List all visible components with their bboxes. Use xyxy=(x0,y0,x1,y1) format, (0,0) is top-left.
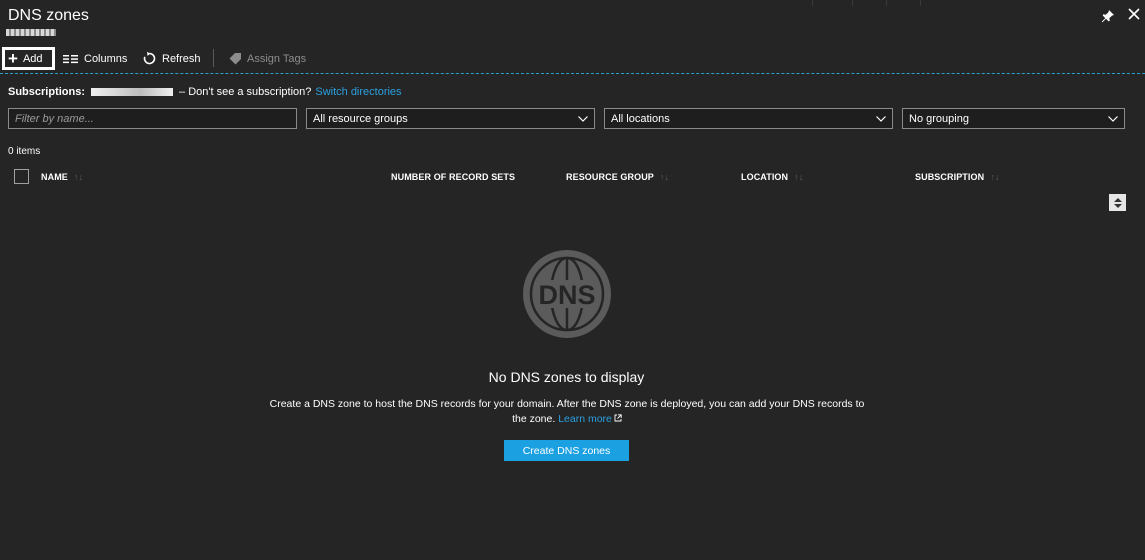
select-all-checkbox[interactable] xyxy=(14,169,29,184)
sort-icon: ↑↓ xyxy=(990,172,1000,182)
subscription-prompt: – Don't see a subscription? xyxy=(179,86,312,98)
top-strip-segment xyxy=(812,0,852,6)
refresh-icon xyxy=(143,51,156,65)
empty-state-title: No DNS zones to display xyxy=(488,369,645,385)
column-header-label: NAME xyxy=(41,172,68,182)
columns-label: Columns xyxy=(84,52,128,65)
sort-icon: ↑↓ xyxy=(73,172,84,182)
redacted-subscription xyxy=(91,88,174,96)
sort-icon: ↑↓ xyxy=(659,172,670,182)
column-header-label: NUMBER OF RECORD SETS xyxy=(391,172,516,182)
top-strip-segment xyxy=(852,0,886,6)
page-title: DNS zones xyxy=(8,7,89,24)
learn-more-link[interactable]: Learn more xyxy=(558,413,612,425)
assign-tags-label: Assign Tags xyxy=(247,52,307,65)
assign-tags-button[interactable]: Assign Tags xyxy=(229,47,306,70)
column-header-resource-group[interactable]: RESOURCE GROUP ↑↓ xyxy=(566,172,669,182)
switch-directories-link[interactable]: Switch directories xyxy=(315,86,401,98)
resource-group-value: All resource groups xyxy=(313,112,408,125)
add-button[interactable]: + Add xyxy=(2,47,55,70)
pin-icon[interactable] xyxy=(1101,9,1115,23)
columns-button[interactable]: Columns xyxy=(63,47,127,70)
top-strip-segment xyxy=(886,0,920,6)
columns-icon xyxy=(63,54,78,63)
subscriptions-label: Subscriptions: xyxy=(8,86,86,98)
refresh-label: Refresh xyxy=(162,52,201,65)
chevron-down-icon xyxy=(1108,115,1118,122)
column-header-label: RESOURCE GROUP xyxy=(566,172,654,182)
subscriptions-row: Subscriptions: – Don't see a subscriptio… xyxy=(8,86,402,98)
scroll-toggle-icon[interactable] xyxy=(1109,194,1126,211)
tag-icon xyxy=(229,53,241,65)
column-header-label: LOCATION xyxy=(741,172,789,182)
create-dns-zones-button[interactable]: Create DNS zones xyxy=(504,440,629,461)
column-header-record-sets[interactable]: NUMBER OF RECORD SETS xyxy=(391,172,515,182)
sort-icon: ↑↓ xyxy=(794,172,804,182)
plus-icon: + xyxy=(8,49,18,68)
add-label: Add xyxy=(22,52,43,65)
close-icon[interactable] xyxy=(1127,7,1141,21)
location-dropdown[interactable]: All locations xyxy=(604,108,893,129)
table-header: NAME ↑↓ NUMBER OF RECORD SETS RESOURCE G… xyxy=(0,168,1145,188)
column-header-subscription[interactable]: SUBSCRIPTION ↑↓ xyxy=(915,172,999,182)
resource-group-dropdown[interactable]: All resource groups xyxy=(306,108,595,129)
empty-state-description: Create a DNS zone to host the DNS record… xyxy=(262,397,872,427)
redacted-subtitle xyxy=(6,29,56,36)
external-link-icon xyxy=(614,414,622,422)
dns-globe-icon: DNS xyxy=(523,250,611,338)
refresh-button[interactable]: Refresh xyxy=(142,47,201,70)
column-header-label: SUBSCRIPTION xyxy=(915,172,985,182)
grouping-dropdown[interactable]: No grouping xyxy=(902,108,1125,129)
grouping-value: No grouping xyxy=(909,112,969,125)
filter-by-name-input[interactable]: Filter by name... xyxy=(8,108,297,129)
toolbar-separator xyxy=(213,49,214,67)
column-header-location[interactable]: LOCATION ↑↓ xyxy=(741,172,803,182)
command-bar: + Add Columns Refresh Assign Tags xyxy=(0,44,1145,74)
dns-icon-text: DNS xyxy=(538,280,595,310)
blade-header: DNS zones xyxy=(0,0,1145,40)
chevron-down-icon xyxy=(876,115,886,122)
item-count: 0 items xyxy=(8,146,41,157)
location-value: All locations xyxy=(611,112,670,125)
top-strip-segment xyxy=(920,0,954,6)
chevron-down-icon xyxy=(578,115,588,122)
column-header-name[interactable]: NAME ↑↓ xyxy=(41,172,83,182)
